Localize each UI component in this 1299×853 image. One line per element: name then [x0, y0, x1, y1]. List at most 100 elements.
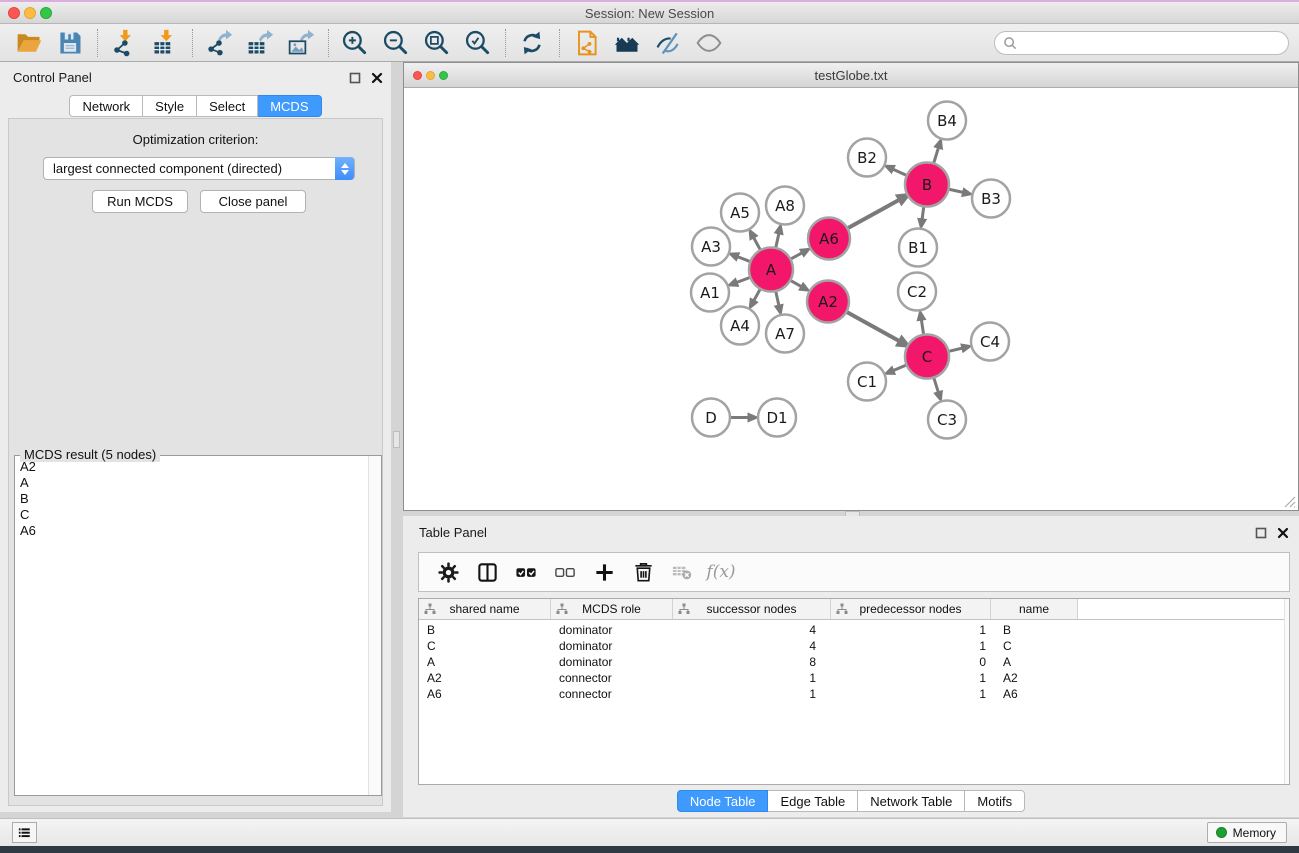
- zoom-fit-button[interactable]: [420, 27, 454, 59]
- import-table-icon: [151, 29, 179, 57]
- export-image-button[interactable]: [284, 27, 318, 59]
- table-cell: 1: [673, 687, 831, 701]
- graph-edge-A-A5[interactable]: [753, 237, 760, 249]
- zoom-selected-button[interactable]: [461, 27, 495, 59]
- graph-edge-B-B4[interactable]: [934, 147, 939, 162]
- table-cell: 1: [831, 623, 991, 637]
- close-table-panel-button[interactable]: [1276, 526, 1289, 539]
- column-header-mcds-role[interactable]: MCDS role: [551, 599, 673, 619]
- network-window-title: testGlobe.txt: [404, 68, 1298, 83]
- float-panel-button[interactable]: [348, 71, 361, 84]
- table-cell: A6: [419, 687, 551, 701]
- table-cell: 8: [673, 655, 831, 669]
- graph-edge-A-A7[interactable]: [776, 292, 779, 306]
- mcds-result-item[interactable]: C: [16, 507, 367, 523]
- column-header-name[interactable]: name: [991, 599, 1078, 619]
- search-input[interactable]: [1018, 36, 1288, 51]
- memory-status-icon: [1216, 827, 1227, 838]
- table-row[interactable]: A6connector11A6: [419, 686, 1289, 702]
- mcds-result-item[interactable]: A6: [16, 523, 367, 539]
- import-table-button[interactable]: [148, 27, 182, 59]
- select-all-button[interactable]: [511, 557, 541, 587]
- table-settings-button[interactable]: [433, 557, 463, 587]
- tab-motifs[interactable]: Motifs: [965, 790, 1025, 812]
- add-column-button[interactable]: [589, 557, 619, 587]
- column-header-predecessor-nodes[interactable]: predecessor nodes: [831, 599, 991, 619]
- table-scrollbar[interactable]: [1284, 599, 1289, 784]
- export-table-button[interactable]: [243, 27, 277, 59]
- graph-edge-A-A8[interactable]: [776, 233, 779, 247]
- graph-edge-B-B1[interactable]: [922, 207, 924, 220]
- mcds-result-item[interactable]: A: [16, 475, 367, 491]
- select-stepper-icon: [335, 157, 354, 180]
- network-graph[interactable]: B4B2BB3A8A5A6A3B1AA1C2A2A4A7C4CC1C3DD1: [404, 88, 1298, 510]
- show-graphics-button[interactable]: [692, 27, 726, 59]
- tab-network[interactable]: Network: [69, 95, 143, 117]
- graph-edge-C-C2[interactable]: [921, 319, 923, 334]
- import-network-button[interactable]: [107, 27, 141, 59]
- deselect-all-button[interactable]: [550, 557, 580, 587]
- resize-grip-icon[interactable]: [1282, 494, 1296, 508]
- zoom-out-button[interactable]: [379, 27, 413, 59]
- tab-style[interactable]: Style: [143, 95, 197, 117]
- splitter-grip-vertical[interactable]: [393, 431, 400, 448]
- table-row[interactable]: A2connector11A2: [419, 670, 1289, 686]
- column-header-label: MCDS role: [582, 602, 641, 616]
- mcds-result-scrollbar[interactable]: [368, 456, 381, 795]
- show-panels-button[interactable]: [12, 822, 37, 843]
- run-mcds-button[interactable]: Run MCDS: [92, 190, 188, 213]
- column-visibility-button[interactable]: [472, 557, 502, 587]
- graph-edge-A-A2[interactable]: [791, 281, 802, 287]
- network-canvas[interactable]: B4B2BB3A8A5A6A3B1AA1C2A2A4A7C4CC1C3DD1: [404, 88, 1298, 510]
- tab-node-table[interactable]: Node Table: [677, 790, 769, 812]
- save-session-button[interactable]: [53, 27, 87, 59]
- graph-edge-B-B2[interactable]: [893, 169, 907, 175]
- search-icon: [1003, 36, 1018, 51]
- graph-edge-A-A6[interactable]: [791, 253, 802, 259]
- tab-mcds[interactable]: MCDS: [258, 95, 321, 117]
- memory-button[interactable]: Memory: [1207, 822, 1287, 843]
- graph-node-label-A8: A8: [775, 197, 795, 215]
- graph-edge-C-C3[interactable]: [934, 378, 939, 392]
- graph-edge-A2-C[interactable]: [847, 312, 900, 341]
- toolbar-separator: [559, 29, 560, 57]
- graph-edge-A-A4[interactable]: [754, 290, 760, 301]
- toolbar-separator: [97, 29, 98, 57]
- table-row[interactable]: Adominator80A: [419, 654, 1289, 670]
- table-cell: 1: [831, 639, 991, 653]
- float-table-panel-button[interactable]: [1254, 526, 1267, 539]
- close-panel-button-mcds[interactable]: Close panel: [200, 190, 306, 213]
- graph-edge-A6-B[interactable]: [848, 200, 900, 228]
- column-header-shared-name[interactable]: shared name: [419, 599, 551, 619]
- delete-table-button[interactable]: [667, 557, 697, 587]
- graph-edge-A-A1[interactable]: [736, 278, 749, 283]
- graph-node-label-A: A: [766, 261, 777, 279]
- graph-edge-B-B3[interactable]: [950, 189, 964, 192]
- zoom-in-button[interactable]: [338, 27, 372, 59]
- mcds-result-item[interactable]: B: [16, 491, 367, 507]
- refresh-button[interactable]: [515, 27, 549, 59]
- hide-labels-button[interactable]: [651, 27, 685, 59]
- tab-network-table[interactable]: Network Table: [858, 790, 965, 812]
- hierarchy-icon: [678, 603, 690, 615]
- open-network-doc-button[interactable]: [569, 27, 603, 59]
- column-header-successor-nodes[interactable]: successor nodes: [673, 599, 831, 619]
- tab-select[interactable]: Select: [197, 95, 258, 117]
- close-panel-button[interactable]: [370, 71, 383, 84]
- graph-node-label-B3: B3: [981, 190, 1001, 208]
- table-header: shared name MCDS role successor nodesprede…: [419, 599, 1289, 620]
- function-builder-button[interactable]: f(x): [706, 557, 736, 587]
- open-session-button[interactable]: [12, 27, 46, 59]
- home-button[interactable]: [610, 27, 644, 59]
- graph-edge-A-A3[interactable]: [737, 257, 749, 262]
- status-bar: Memory: [0, 818, 1299, 846]
- criterion-select[interactable]: largest connected component (directed): [43, 157, 355, 180]
- graph-edge-C-C4[interactable]: [949, 348, 962, 351]
- table-row[interactable]: Bdominator41B: [419, 622, 1289, 638]
- delete-column-button[interactable]: [628, 557, 658, 587]
- graph-edge-C-C1[interactable]: [893, 365, 906, 370]
- export-network-button[interactable]: [202, 27, 236, 59]
- table-row[interactable]: Cdominator41C: [419, 638, 1289, 654]
- tab-edge-table[interactable]: Edge Table: [768, 790, 858, 812]
- mcds-result-item[interactable]: A2: [16, 459, 367, 475]
